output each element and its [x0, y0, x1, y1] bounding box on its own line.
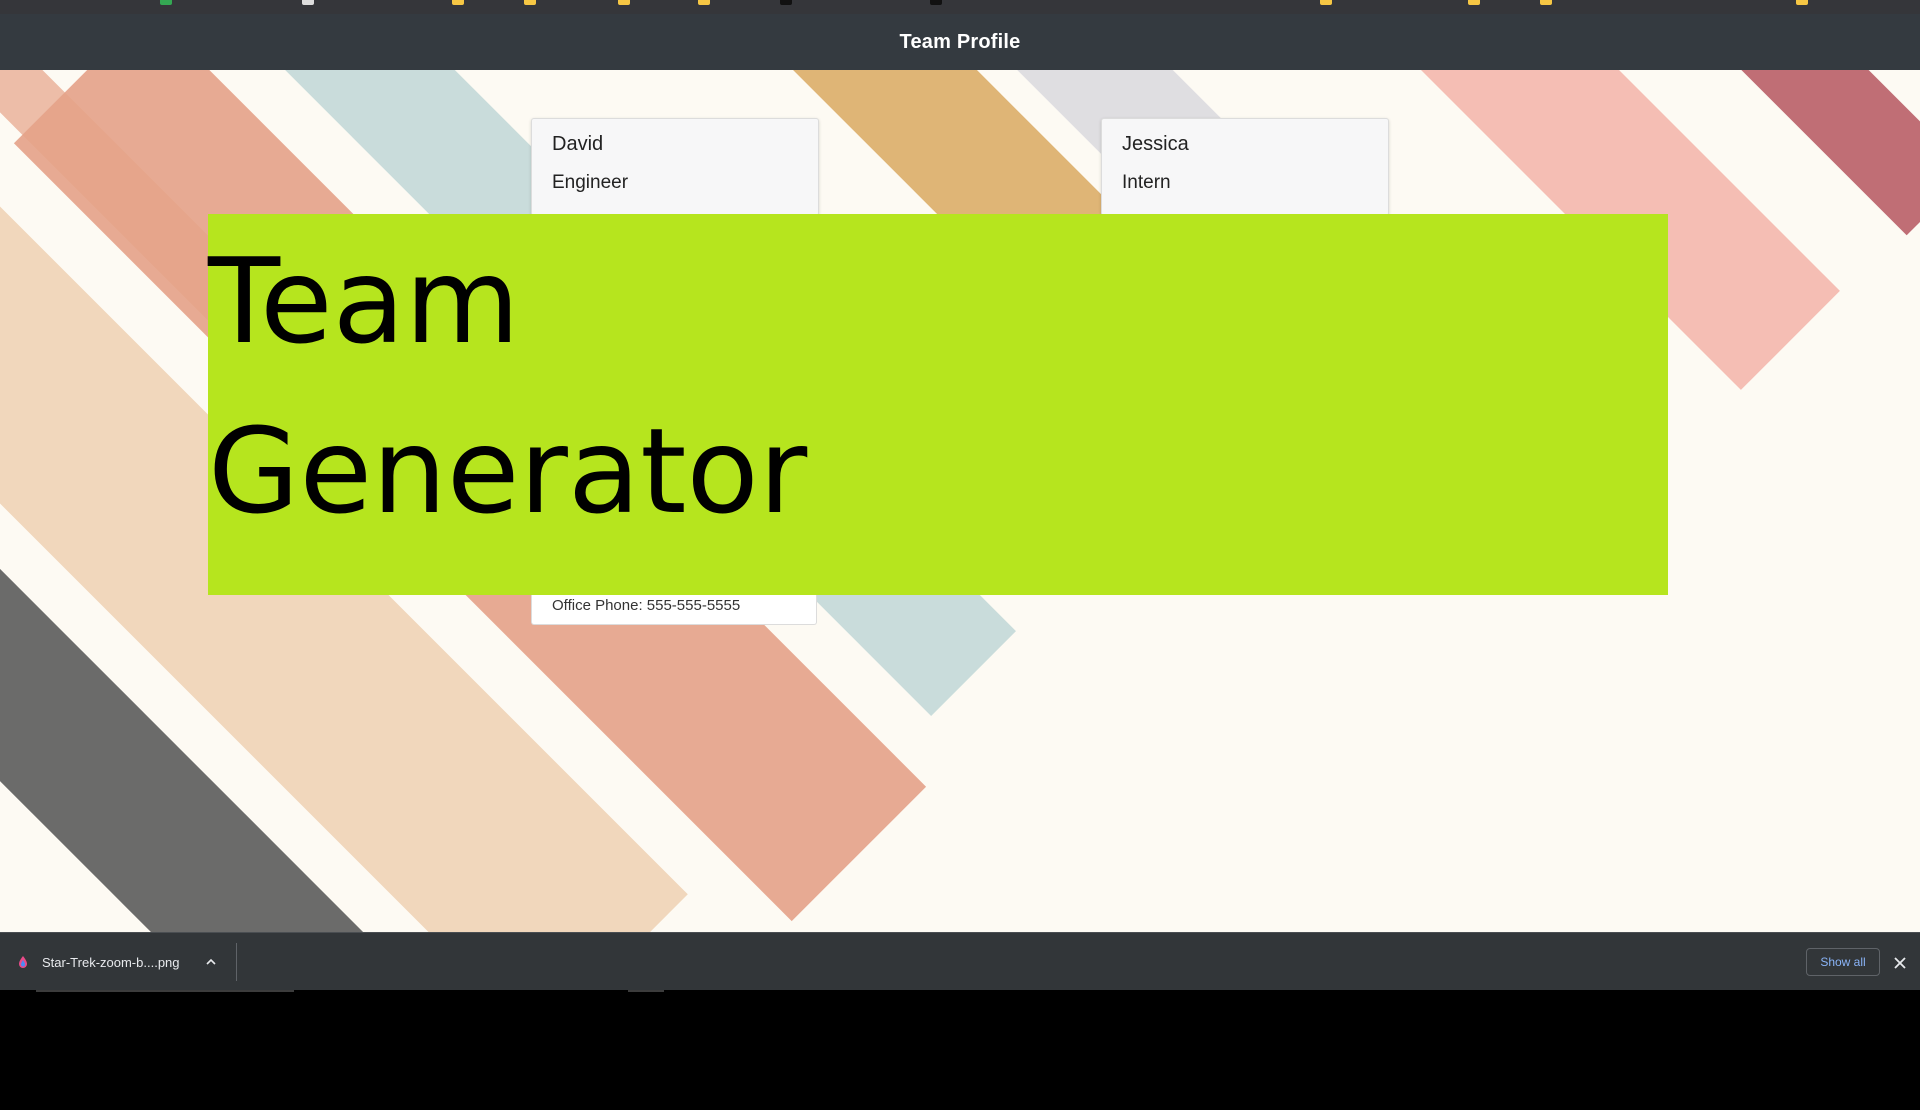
banner-title-line2: Generator — [208, 402, 808, 540]
employee-role: Engineer — [552, 172, 629, 193]
download-item[interactable]: Star-Trek-zoom-b....png — [16, 933, 236, 991]
employee-card: David Engineer — [531, 118, 819, 216]
bookmark-icon[interactable] — [618, 0, 630, 5]
bookmark-icon[interactable] — [1320, 0, 1332, 5]
download-file-name: Star-Trek-zoom-b....png — [42, 954, 180, 970]
employee-role: Intern — [1122, 172, 1171, 193]
file-icon — [19, 956, 27, 968]
bookmark-icon[interactable] — [160, 0, 172, 5]
banner-title-line1: Team — [208, 232, 520, 370]
close-icon[interactable] — [1892, 955, 1908, 971]
page-title: Team Profile — [899, 30, 1021, 53]
bookmark-icon[interactable] — [780, 0, 792, 5]
taskbar-indicator — [628, 990, 664, 992]
bookmark-icon[interactable] — [1468, 0, 1480, 5]
employee-office-phone: Office Phone: 555-555-5555 — [531, 595, 817, 625]
employee-card: Jessica Intern — [1101, 118, 1389, 216]
bookmark-icon[interactable] — [1540, 0, 1552, 5]
download-bar: Star-Trek-zoom-b....png Show all — [0, 932, 1920, 991]
bookmark-icon[interactable] — [524, 0, 536, 5]
team-generator-banner: Team Generator — [208, 214, 1668, 595]
office-phone-text: Office Phone: 555-555-5555 — [552, 597, 741, 614]
employee-name: Jessica — [1122, 133, 1189, 155]
bookmark-icon[interactable] — [452, 0, 464, 5]
chevron-up-icon[interactable] — [204, 955, 218, 969]
bookmarks-bar — [0, 0, 1920, 15]
bookmark-icon[interactable] — [1796, 0, 1808, 5]
show-all-button[interactable]: Show all — [1806, 948, 1880, 976]
employee-name: David — [552, 133, 604, 155]
app-header: Team Profile — [0, 14, 1920, 70]
screen-bottom — [0, 990, 1920, 1110]
bookmark-icon[interactable] — [302, 0, 314, 5]
bookmark-icon[interactable] — [698, 0, 710, 5]
bookmark-icon[interactable] — [930, 0, 942, 5]
taskbar-indicator — [36, 990, 294, 992]
divider — [236, 943, 237, 981]
screen: Team Profile David Engineer Jessica Inte… — [0, 0, 1920, 1110]
